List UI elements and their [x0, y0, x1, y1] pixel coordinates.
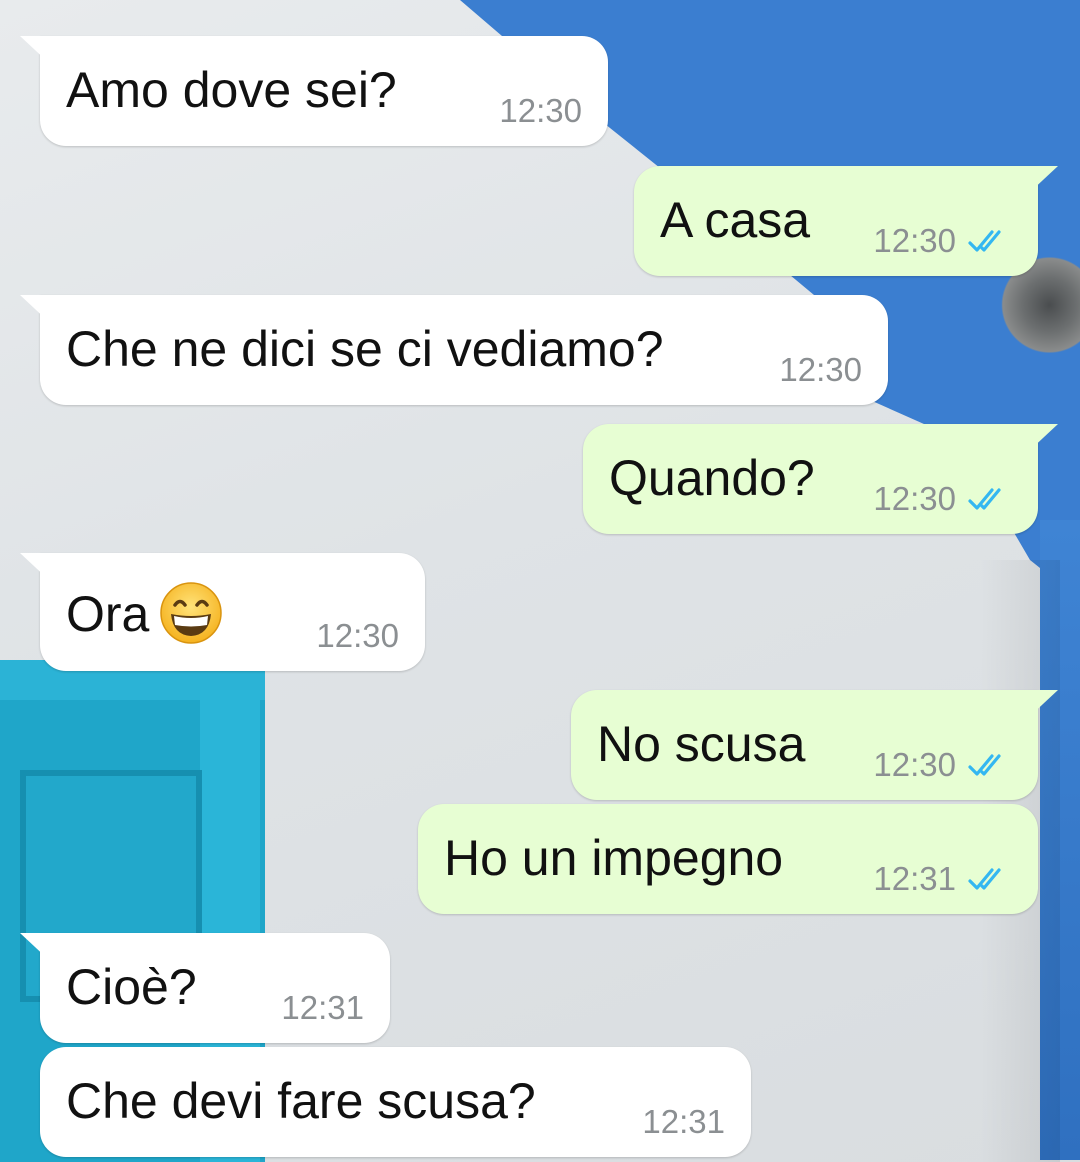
message-bubble-incoming[interactable]: Amo dove sei? 12:30 — [20, 36, 608, 146]
bubble-tail — [1028, 690, 1058, 718]
chat-messages[interactable]: Amo dove sei? 12:30 A casa 12:30 Che ne … — [0, 0, 1080, 1162]
message-time: 12:30 — [873, 480, 956, 517]
message-text: A casa — [660, 192, 811, 248]
bubble-tail — [20, 553, 50, 581]
message-bubble-outgoing[interactable]: No scusa 12:30 — [571, 690, 1058, 800]
message-time: 12:31 — [873, 860, 956, 897]
message-meta: 12:31 — [873, 860, 1012, 898]
double-check-read-icon — [968, 868, 1001, 890]
bubble-tail — [20, 295, 50, 323]
message-text: Ora — [66, 586, 150, 642]
message-meta: 12:31 — [281, 989, 364, 1027]
bubble-tail — [20, 36, 50, 64]
message-text: Che ne dici se ci vediamo? — [66, 321, 664, 377]
message-time: 12:31 — [281, 989, 364, 1026]
message-text-wrap: Ora — [66, 581, 223, 645]
message-text: Amo dove sei? — [66, 62, 397, 118]
bubble-tail — [1028, 166, 1058, 194]
message-text: No scusa — [597, 716, 806, 772]
message-bubble-incoming[interactable]: Cioè? 12:31 — [20, 933, 390, 1043]
message-meta: 12:30 — [873, 222, 1012, 260]
message-bubble-outgoing[interactable]: Ho un impegno 12:31 — [418, 804, 1038, 914]
message-time: 12:30 — [499, 92, 582, 129]
bubble-tail — [1028, 424, 1058, 452]
message-bubble-incoming[interactable]: Che ne dici se ci vediamo? 12:30 — [20, 295, 888, 405]
message-meta: 12:30 — [873, 480, 1012, 518]
message-time: 12:30 — [779, 351, 862, 388]
double-check-read-icon — [968, 230, 1001, 252]
message-meta: 12:30 — [873, 746, 1012, 784]
double-check-read-icon — [968, 754, 1001, 776]
message-meta: 12:30 — [316, 617, 399, 655]
message-time: 12:30 — [316, 617, 399, 654]
message-meta: 12:30 — [779, 351, 862, 389]
message-text: Che devi fare scusa? — [66, 1073, 536, 1129]
grinning-face-with-smiling-eyes-icon — [160, 582, 223, 644]
message-bubble-incoming[interactable]: Che devi fare scusa? 12:31 — [40, 1047, 751, 1157]
message-time: 12:31 — [642, 1103, 725, 1140]
message-text: Ho un impegno — [444, 830, 784, 886]
bubble-tail — [20, 933, 50, 961]
message-text: Quando? — [609, 450, 815, 506]
message-bubble-incoming[interactable]: Ora 12:30 — [20, 553, 425, 671]
message-time: 12:30 — [873, 222, 956, 259]
message-time: 12:30 — [873, 746, 956, 783]
message-bubble-outgoing[interactable]: Quando? 12:30 — [583, 424, 1058, 534]
message-text: Cioè? — [66, 959, 197, 1015]
message-meta: 12:31 — [642, 1103, 725, 1141]
double-check-read-icon — [968, 488, 1001, 510]
message-meta: 12:30 — [499, 92, 582, 130]
message-bubble-outgoing[interactable]: A casa 12:30 — [634, 166, 1058, 276]
